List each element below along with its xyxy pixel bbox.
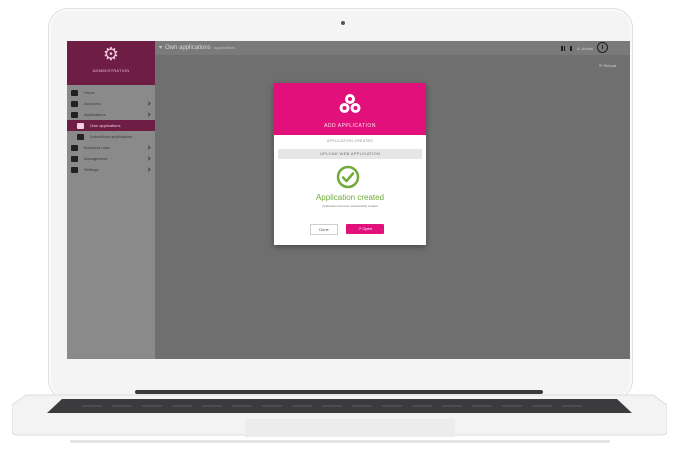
trackpad xyxy=(245,419,455,437)
own-applications-icon xyxy=(77,122,84,129)
dialog-title: ADD APPLICATION xyxy=(324,123,376,129)
sidebar-item-settings[interactable]: Settings xyxy=(67,164,155,175)
management-icon xyxy=(71,155,78,162)
add-application-dialog: ADD APPLICATION APPLICATION CREATED UPLO… xyxy=(274,83,426,245)
application-cubes-icon xyxy=(339,94,361,113)
camera-icon xyxy=(341,21,345,25)
laptop-foot xyxy=(70,440,610,443)
topbar: ▾ Own applications Applications A. Admin xyxy=(155,41,630,55)
step-upload-web-application[interactable]: UPLOAD WEB APPLICATION xyxy=(278,149,422,159)
subscribed-icon xyxy=(77,133,84,140)
brand-label: ADMINISTRATION xyxy=(92,68,130,73)
sidebar-item-home[interactable]: Home xyxy=(67,87,155,98)
applications-icon xyxy=(71,111,78,118)
dialog-header: ADD APPLICATION xyxy=(274,83,426,135)
sidebar-item-management[interactable]: Management xyxy=(67,153,155,164)
chevron-icon xyxy=(146,145,151,150)
sidebar-item-label: Subscribed applications xyxy=(90,134,133,139)
reload-button[interactable]: ⟳ Reload xyxy=(599,63,616,68)
sidebar: ⚙ ADMINISTRATION Home Accounts Applicati… xyxy=(67,41,155,359)
step-application-created: APPLICATION CREATED xyxy=(326,139,374,143)
sidebar-item-own-applications[interactable]: Own applications xyxy=(67,120,155,131)
gear-icon: ⚙ xyxy=(102,44,120,64)
open-button[interactable]: ↗ Open xyxy=(346,224,384,234)
user-menu[interactable]: A. Admin xyxy=(577,46,593,51)
sidebar-item-accounts[interactable]: Accounts xyxy=(67,98,155,109)
sidebar-item-label: Applications xyxy=(84,112,106,117)
sidebar-item-label: Accounts xyxy=(84,101,101,106)
sidebar-item-applications[interactable]: Applications xyxy=(67,109,155,120)
sidebar-item-subscribed-applications[interactable]: Subscribed applications xyxy=(67,131,155,142)
laptop-screen: ⚙ ADMINISTRATION Home Accounts Applicati… xyxy=(67,41,630,359)
apps-grid-icon[interactable] xyxy=(561,46,572,51)
business-rules-icon xyxy=(71,144,78,151)
sidebar-item-label: Home xyxy=(84,90,95,95)
check-circle-icon xyxy=(336,165,360,189)
accounts-icon xyxy=(71,100,78,107)
breadcrumb: ▾ Own applications Applications xyxy=(159,44,235,51)
settings-icon xyxy=(71,166,78,173)
sidebar-item-label: Business rules xyxy=(84,145,111,150)
sidebar-item-label: Management xyxy=(84,156,108,161)
menu-toggle-icon[interactable]: ▾ xyxy=(159,45,162,51)
sidebar-item-label: Own applications xyxy=(90,123,121,128)
sidebar-item-business-rules[interactable]: Business rules xyxy=(67,142,155,153)
done-button[interactable]: Done xyxy=(310,224,338,235)
home-icon xyxy=(71,89,78,96)
info-icon[interactable] xyxy=(597,42,608,53)
success-title: Application created xyxy=(315,193,385,202)
chevron-icon xyxy=(146,167,151,172)
chevron-icon xyxy=(146,112,151,117)
brand-header[interactable]: ⚙ ADMINISTRATION xyxy=(67,41,155,85)
sidebar-item-label: Settings xyxy=(84,167,99,172)
chevron-icon xyxy=(146,156,151,161)
sidebar-nav: Home Accounts Applications Own applicati… xyxy=(67,87,155,175)
chevron-icon xyxy=(146,101,151,106)
success-message: Application has been successfully create… xyxy=(322,204,378,208)
page-title: Own applications xyxy=(165,45,211,51)
page-subtitle: Applications xyxy=(213,45,236,50)
